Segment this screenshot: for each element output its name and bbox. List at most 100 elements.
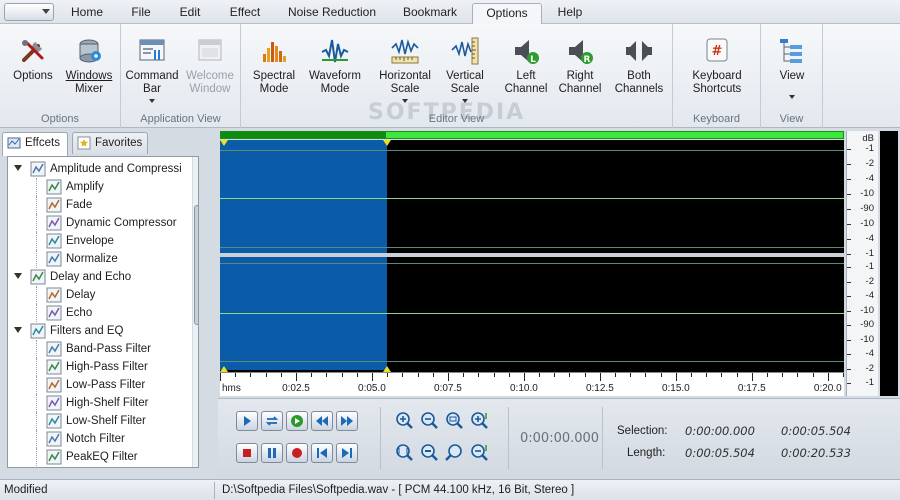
tree-item-label: Amplitude and Compressi [50,163,182,175]
status-divider [214,482,215,499]
ruler-minor-tick [250,373,252,377]
waveform-mode-button[interactable]: Waveform Mode [305,36,365,96]
play-looped-button[interactable] [286,411,308,431]
time-ruler[interactable]: hms 0:02.5 0:05.0 0:07.5 0:10.0 0:12.5 0:15.0… [220,372,844,396]
tree-category[interactable]: Delay and Echo [8,268,191,286]
svg-text:#: # [712,44,723,59]
fast-forward-button[interactable] [336,411,358,431]
zoom-out-button[interactable] [419,411,439,431]
tree-item[interactable]: PeakEQ Filter [8,448,191,466]
transport-panel: 0:00:00.000 Selection: 0:00:00.000 0:00:… [218,398,900,478]
tree-scrollbar[interactable] [192,157,198,467]
expand-chevron-icon[interactable] [14,165,22,171]
high-shelf-icon [46,395,62,411]
ruler-major-tick [295,373,297,381]
options-button[interactable]: Options [8,36,58,83]
tab-home[interactable]: Home [64,3,110,24]
transport-separator [602,407,603,469]
zoom-left-button[interactable] [444,443,464,463]
zoom-in-button[interactable] [394,411,414,431]
db-tick [847,383,851,384]
scrollbar-thumb[interactable] [194,205,198,325]
record-button[interactable] [286,443,308,463]
tab-help[interactable]: Help [552,3,588,24]
svg-text:L: L [530,55,536,65]
channel-left[interactable] [220,140,844,253]
tree-item[interactable]: Fade [8,196,191,214]
db-label: -2 [865,362,874,374]
vertical-scale-button[interactable]: Vertical Scale [435,36,495,103]
ruler-minor-tick [630,373,632,377]
tree-item[interactable]: Low-Shelf Filter [8,412,191,430]
keyboard-shortcuts-button[interactable]: # Keyboard Shortcuts [685,36,749,96]
view-button[interactable]: View [767,36,817,99]
tab-effects[interactable]: Effcets [2,132,68,156]
tab-noise-reduction[interactable]: Noise Reduction [282,3,382,24]
waveform-editor: hms 0:02.5 0:05.0 0:07.5 0:10.0 0:12.5 0:15.0… [218,129,900,396]
waveform-view[interactable] [220,140,844,372]
right-channel-button[interactable]: R Right Channel [553,36,607,96]
tree-item[interactable]: High-Pass Filter [8,358,191,376]
selection-end-marker[interactable] [383,140,391,146]
ruler-minor-tick [432,373,434,377]
tab-bookmark[interactable]: Bookmark [396,3,464,24]
left-channel-button[interactable]: L Left Channel [499,36,553,96]
expand-chevron-icon[interactable] [14,273,22,279]
application-menu-button[interactable] [4,3,54,21]
db-tick [847,296,851,297]
rewind-button[interactable] [311,411,333,431]
horizontal-scale-button[interactable]: Horizontal Scale [375,36,435,103]
tree-category[interactable]: Filters and EQ [8,322,191,340]
tab-effect[interactable]: Effect [222,3,268,24]
tab-options[interactable]: Options [472,3,542,24]
pause-button[interactable] [261,443,283,463]
tree-item[interactable]: Amplify [8,178,191,196]
go-to-end-button[interactable] [336,443,358,463]
tree-item[interactable]: Envelope [8,232,191,250]
tree-item-label: High-Shelf Filter [66,397,149,409]
ruler-label: 0:02.5 [282,383,310,394]
selection-region[interactable] [220,140,388,253]
db-label: -10 [860,304,874,316]
tree-guide [36,232,37,250]
play-button[interactable] [236,411,258,431]
go-to-start-button[interactable] [311,443,333,463]
welcome-window-button[interactable]: Welcome Window [183,36,237,96]
tree-item[interactable]: Delay [8,286,191,304]
tab-file[interactable]: File [122,3,160,24]
tab-edit[interactable]: Edit [172,3,208,24]
ribbon-group-keyboard: # Keyboard Shortcuts Keyboard [673,24,761,128]
level-meter [880,131,898,396]
low-pass-icon [46,377,62,393]
windows-mixer-button[interactable]: Windows Mixer [62,36,116,96]
zoom-in-vertical-button[interactable] [469,411,489,431]
zoom-full-icon [396,444,413,461]
zoom-selection-button[interactable] [444,411,464,431]
zoom-out-vertical-button[interactable] [469,443,489,463]
zoom-full-button[interactable] [394,443,414,463]
overview-bar[interactable] [220,131,844,139]
loop-button[interactable] [261,411,283,431]
stop-button[interactable] [236,443,258,463]
command-bar-button[interactable]: Command Bar [125,36,179,103]
selection-label: Selection: [617,425,668,437]
selection-start-marker[interactable] [220,140,228,146]
tab-favorites[interactable]: Favorites [72,132,148,154]
tree-item[interactable]: Low-Pass Filter [8,376,191,394]
tree-item[interactable]: Band-Pass Filter [8,340,191,358]
tree-item[interactable]: Echo [8,304,191,322]
chevron-down-icon [789,95,795,99]
zoom-out-full-button[interactable] [419,443,439,463]
expand-chevron-icon[interactable] [14,327,22,333]
group-label-application-view: Application View [140,113,221,125]
spectral-mode-button[interactable]: Spectral Mode [247,36,301,96]
tree-item-label: Notch Filter [66,433,125,445]
tree-item[interactable]: Normalize [8,250,191,268]
tree-item[interactable]: Notch Filter [8,430,191,448]
channel-right[interactable] [220,257,844,370]
tree-category[interactable]: Amplitude and Compressi [8,160,191,178]
tree-item[interactable]: High-Shelf Filter [8,394,191,412]
both-channels-button[interactable]: Both Channels [611,36,667,96]
ruler-minor-tick [265,373,267,377]
tree-item[interactable]: Dynamic Compressor [8,214,191,232]
